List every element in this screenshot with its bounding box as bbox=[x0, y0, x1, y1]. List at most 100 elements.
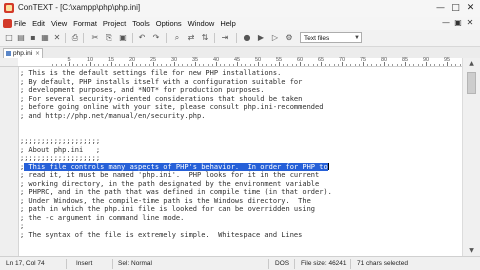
ruler-tick bbox=[455, 64, 457, 66]
ruler-label: 25 bbox=[149, 57, 157, 63]
toolbar-separator bbox=[236, 33, 237, 43]
close-button[interactable]: ✕ bbox=[463, 1, 478, 15]
minimize-button[interactable]: — bbox=[433, 1, 448, 15]
macro-record-icon[interactable]: ● bbox=[242, 33, 252, 43]
cut-icon[interactable]: ✂ bbox=[90, 33, 100, 43]
replace-icon[interactable]: ⇄ bbox=[186, 33, 196, 43]
macro-play-icon[interactable]: ▶ bbox=[256, 33, 266, 43]
doc-minimize-button[interactable]: — bbox=[440, 18, 452, 27]
menu-format[interactable]: Format bbox=[73, 18, 97, 29]
menu-project[interactable]: Project bbox=[103, 18, 126, 29]
code-line[interactable]: ; read it, it must be named 'php.ini'. P… bbox=[20, 171, 462, 180]
save-all-icon[interactable]: ▦ bbox=[40, 33, 50, 43]
ruler-tick bbox=[249, 64, 251, 66]
chevron-down-icon[interactable]: ▼ bbox=[354, 33, 360, 44]
status-chars-selected: 71 chars selected bbox=[357, 260, 408, 267]
code-line[interactable] bbox=[20, 120, 462, 129]
find-icon[interactable]: ⌕ bbox=[172, 33, 182, 43]
paste-icon[interactable]: ▣ bbox=[118, 33, 128, 43]
ruler-tick bbox=[312, 64, 314, 66]
menu-window[interactable]: Window bbox=[188, 18, 215, 29]
code-line-text: ; The syntax of the file is extremely si… bbox=[20, 230, 303, 239]
app-logo-icon[interactable] bbox=[4, 3, 14, 13]
column-ruler: 5 10 15 20 25 30 35 40 45 50 55 60 65 70 75 80 85 90 95 bbox=[48, 57, 462, 67]
ruler-label: 45 bbox=[233, 57, 241, 63]
code-line-text: ; working directory, in the path designa… bbox=[20, 179, 320, 188]
ruler-label: 65 bbox=[317, 57, 325, 63]
code-lines[interactable]: ; This is the default settings file for … bbox=[20, 69, 462, 239]
document-menu-icon[interactable] bbox=[3, 19, 12, 28]
code-line[interactable]: ; and http://php.net/manual/en/security.… bbox=[20, 112, 462, 121]
copy-icon[interactable]: ⎘ bbox=[104, 33, 114, 43]
code-line[interactable]: ; The syntax of the file is extremely si… bbox=[20, 231, 462, 240]
code-line[interactable]: ; path in which the php.ini file is look… bbox=[20, 205, 462, 214]
scroll-thumb[interactable] bbox=[467, 72, 476, 94]
code-line[interactable]: ; About php.ini ; bbox=[20, 146, 462, 155]
code-line[interactable]: ;;;;;;;;;;;;;;;;;;; bbox=[20, 137, 462, 146]
tab-php-ini[interactable]: php.ini × bbox=[3, 48, 43, 58]
menu-items: File Edit View Format Project Tools Opti… bbox=[14, 18, 242, 29]
ruler-tick bbox=[396, 64, 398, 66]
code-line-text: ; This is the default settings file for … bbox=[20, 69, 282, 77]
menu-edit[interactable]: Edit bbox=[32, 18, 45, 29]
toolbar: □ ▤ ▪ ▦ ✕ ⎙ ✂ ⎘ ▣ ↶ ↷ ⌕ ⇄ ⇅ ⇥ ● ▶ ▷ ⚙ Te… bbox=[0, 30, 480, 47]
redo-icon[interactable]: ↷ bbox=[151, 33, 161, 43]
menu-help[interactable]: Help bbox=[220, 18, 235, 29]
code-line[interactable]: ; bbox=[20, 222, 462, 231]
scroll-up-icon[interactable]: ▲ bbox=[463, 58, 480, 69]
code-line[interactable]: ; before going online with your site, pl… bbox=[20, 103, 462, 112]
ruler-corner bbox=[0, 58, 18, 67]
ruler-tick bbox=[400, 64, 402, 66]
ruler-tick bbox=[325, 64, 327, 66]
status-separator bbox=[66, 259, 67, 269]
maximize-button[interactable]: □ bbox=[448, 1, 463, 15]
code-line[interactable]: ; working directory, in the path designa… bbox=[20, 180, 462, 189]
code-line[interactable]: ; development purposes, and *NOT* for pr… bbox=[20, 86, 462, 95]
ruler-tick bbox=[203, 64, 205, 66]
ruler-tick bbox=[417, 64, 419, 66]
print-icon[interactable]: ⎙ bbox=[70, 33, 80, 43]
new-file-icon[interactable]: □ bbox=[4, 33, 14, 43]
ruler-tick bbox=[270, 64, 272, 66]
tab-close-icon[interactable]: × bbox=[35, 49, 40, 58]
menu-file[interactable]: File bbox=[14, 18, 26, 29]
close-file-icon[interactable]: ✕ bbox=[52, 33, 62, 43]
vertical-scrollbar[interactable]: ▲ ▼ bbox=[462, 58, 480, 256]
open-icon[interactable]: ▤ bbox=[16, 33, 26, 43]
code-line[interactable]: ; This file controls many aspects of PHP… bbox=[20, 162, 462, 172]
doc-restore-button[interactable]: ▣ bbox=[452, 18, 464, 27]
ruler-tick bbox=[182, 64, 184, 66]
code-line[interactable]: ; Under Windows, the compile-time path i… bbox=[20, 197, 462, 206]
ruler-label: 90 bbox=[422, 57, 430, 63]
macro-step-icon[interactable]: ▷ bbox=[270, 33, 280, 43]
ruler-label: 85 bbox=[401, 57, 409, 63]
ruler-label: 50 bbox=[254, 57, 262, 63]
sort-icon[interactable]: ⇅ bbox=[200, 33, 210, 43]
save-icon[interactable]: ▪ bbox=[28, 33, 38, 43]
editor-area[interactable]: ; This is the default settings file for … bbox=[0, 67, 462, 256]
scroll-down-icon[interactable]: ▼ bbox=[463, 245, 480, 256]
code-line[interactable] bbox=[20, 129, 462, 138]
code-line[interactable]: ; By default, PHP installs itself with a… bbox=[20, 78, 462, 87]
code-line[interactable]: ; PHPRC, and in the path that was define… bbox=[20, 188, 462, 197]
highlighter-select[interactable]: Text files ▼ bbox=[300, 32, 362, 43]
code-line[interactable]: ; For several security-oriented consider… bbox=[20, 95, 462, 104]
menu-view[interactable]: View bbox=[51, 18, 67, 29]
title-bar[interactable]: ConTEXT - [C:\xampp\php\php.ini] — □ ✕ bbox=[0, 0, 480, 17]
code-line-text: ;;;;;;;;;;;;;;;;;;; bbox=[20, 154, 101, 162]
indent-icon[interactable]: ⇥ bbox=[220, 33, 230, 43]
ruler-tick bbox=[291, 64, 293, 66]
code-line[interactable]: ;;;;;;;;;;;;;;;;;;; bbox=[20, 154, 462, 163]
code-line-text: ; Under Windows, the compile-time path i… bbox=[20, 196, 311, 205]
undo-icon[interactable]: ↶ bbox=[137, 33, 147, 43]
ruler-label: 80 bbox=[380, 57, 388, 63]
doc-close-button[interactable]: ✕ bbox=[464, 18, 476, 27]
ruler-tick bbox=[60, 64, 62, 66]
code-line-text: ; read it, it must be named 'php.ini'. P… bbox=[20, 171, 320, 179]
code-line[interactable]: ; This is the default settings file for … bbox=[20, 69, 462, 78]
settings-icon[interactable]: ⚙ bbox=[284, 33, 294, 43]
menu-options[interactable]: Options bbox=[156, 18, 182, 29]
ruler-gutter bbox=[18, 58, 48, 67]
code-line[interactable]: ; the -c argument in command line mode. bbox=[20, 214, 462, 223]
menu-tools[interactable]: Tools bbox=[132, 18, 150, 29]
